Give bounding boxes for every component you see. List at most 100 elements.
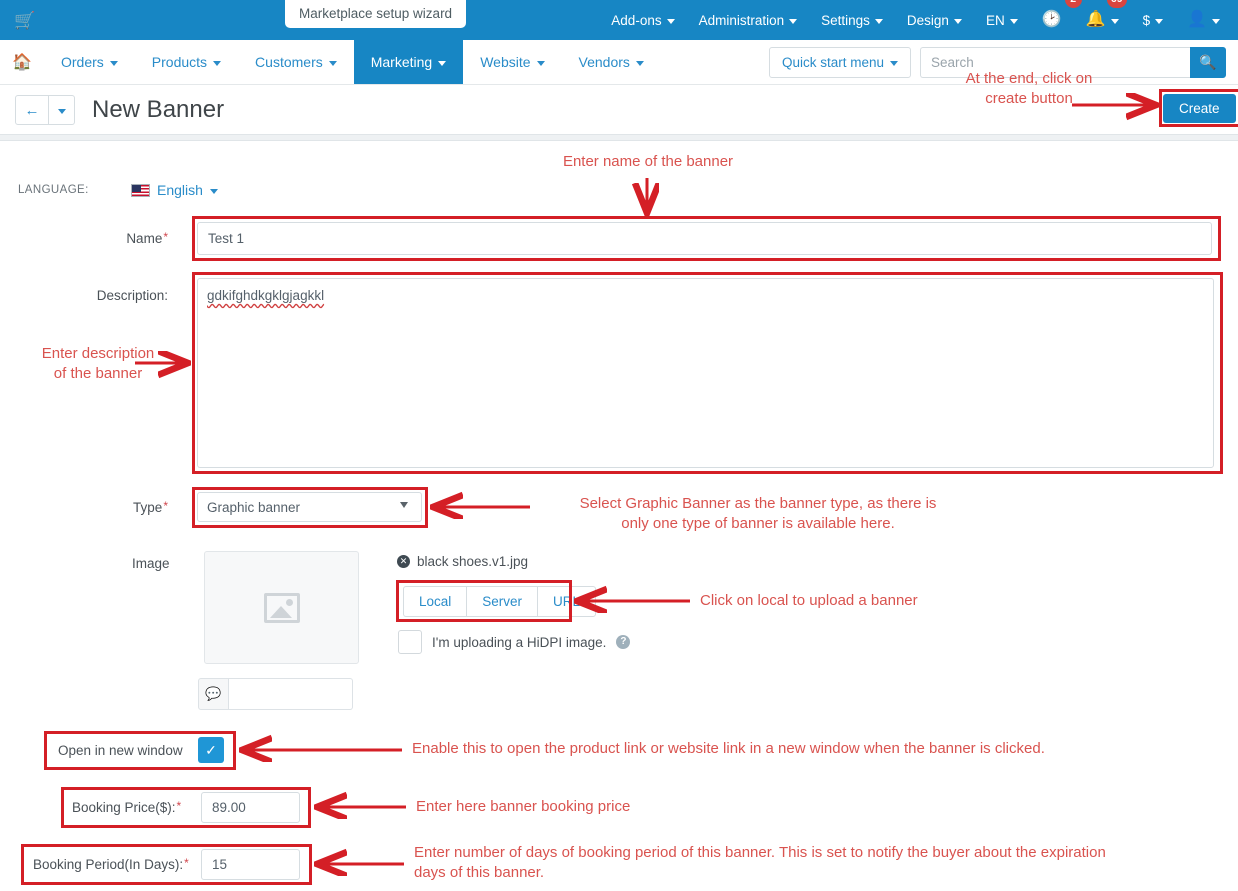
booking-period-input[interactable]	[201, 849, 300, 880]
description-label: Description:	[96, 288, 168, 303]
booking-price-label-text: Booking Price($):	[72, 800, 176, 815]
back-dropdown-button[interactable]	[49, 95, 75, 125]
help-icon[interactable]: ?	[616, 635, 631, 649]
required-marker: *	[163, 230, 168, 244]
chevron-down-icon	[789, 18, 798, 24]
top-menu-label: Administration	[698, 12, 785, 28]
image-label: Image	[132, 556, 170, 571]
image-source-url[interactable]: URL	[537, 586, 597, 617]
chevron-down-icon	[1212, 18, 1220, 24]
top-menu-label: Add-ons	[611, 12, 662, 28]
image-preview[interactable]	[204, 551, 359, 664]
type-label: Type*	[115, 499, 168, 515]
chevron-down-icon	[536, 60, 545, 66]
header-divider	[0, 134, 1238, 141]
language-selector[interactable]: English	[131, 182, 218, 198]
top-menu-item-design[interactable]: Design	[895, 0, 974, 40]
type-select-value: Graphic banner	[207, 499, 301, 515]
search-icon[interactable]: 🔍	[1190, 46, 1226, 78]
nav-item-products[interactable]: Products	[135, 40, 238, 84]
top-menu-item-language[interactable]: EN	[974, 0, 1030, 40]
marketplace-setup-wizard-pill[interactable]: Marketplace setup wizard	[285, 0, 467, 28]
image-source-tabs: Local Server URL	[403, 586, 597, 617]
notifications-button[interactable]: 🔔 69	[1074, 0, 1131, 40]
description-value-overlay: gdkifghdkgklgjagkkl	[207, 288, 325, 303]
back-arrow-icon[interactable]: ←	[15, 95, 49, 125]
chevron-down-icon	[328, 60, 337, 66]
top-menu-label: Design	[906, 12, 949, 28]
image-source-local[interactable]: Local	[403, 586, 467, 617]
annotation-create: At the end, click on create button	[965, 70, 1093, 108]
page-title: New Banner	[92, 96, 225, 123]
hidpi-checkbox[interactable]	[398, 630, 422, 654]
annotation-local: Click on local to upload a banner	[700, 592, 918, 609]
comment-icon: 💬	[198, 678, 229, 710]
user-icon: 👤	[1187, 11, 1207, 28]
nav-label: Vendors	[578, 54, 630, 70]
shopping-cart-icon[interactable]: 🛒	[12, 7, 38, 33]
image-source-server[interactable]: Server	[466, 586, 538, 617]
nav-item-website[interactable]: Website	[463, 40, 561, 84]
chevron-down-icon	[953, 18, 962, 24]
chevron-down-icon	[438, 60, 447, 66]
name-input[interactable]	[197, 222, 1212, 255]
required-marker: *	[184, 856, 189, 870]
nav-label: Products	[151, 54, 208, 70]
required-marker: *	[176, 799, 182, 813]
user-account-menu[interactable]: 👤	[1175, 0, 1232, 40]
chevron-down-icon	[1155, 18, 1164, 24]
nav-label: Marketing	[370, 54, 433, 70]
top-menu-label: Settings	[821, 12, 870, 28]
description-textarea[interactable]	[197, 278, 1214, 468]
annotation-type: Select Graphic Banner as the banner type…	[579, 495, 937, 533]
top-menu-label: EN	[985, 12, 1005, 28]
image-filename: black shoes.v1.jpg	[417, 554, 529, 569]
nav-item-vendors[interactable]: Vendors	[562, 40, 661, 84]
create-button[interactable]: Create	[1163, 94, 1236, 123]
currency-label: $	[1142, 12, 1151, 28]
open-new-window-checkbox[interactable]: ✓	[198, 737, 224, 763]
chevron-down-icon	[109, 60, 118, 66]
uploaded-file-row: ✕ black shoes.v1.jpg	[397, 554, 528, 569]
top-menu-item-administration[interactable]: Administration	[687, 0, 810, 40]
top-menu-item-addons[interactable]: Add-ons	[599, 0, 686, 40]
home-icon[interactable]: 🏠	[0, 40, 44, 84]
language-label: LANGUAGE:	[18, 184, 89, 196]
chevron-down-icon	[1110, 18, 1119, 24]
image-alt-text-group: 💬	[198, 678, 353, 710]
open-new-window-label: Open in new window	[58, 743, 183, 758]
type-select[interactable]: Graphic banner	[197, 492, 422, 522]
back-button-group: ←	[15, 95, 75, 125]
remove-file-icon[interactable]: ✕	[397, 555, 410, 568]
booking-price-input[interactable]	[201, 792, 300, 823]
bell-badge: 69	[1106, 0, 1127, 8]
quick-start-menu-label: Quick start menu	[781, 54, 884, 70]
chevron-down-icon	[213, 60, 222, 66]
chevron-down-icon	[890, 60, 898, 66]
annotation-description: Enter description of the banner	[41, 345, 155, 383]
chevron-down-icon	[1009, 18, 1018, 24]
annotation-price: Enter here banner booking price	[416, 798, 631, 815]
annotation-newwindow: Enable this to open the product link or …	[412, 740, 1045, 757]
required-marker: *	[163, 499, 168, 513]
nav-item-customers[interactable]: Customers	[238, 40, 354, 84]
nav-label: Website	[480, 54, 531, 70]
annotation-name: Enter name of the banner	[562, 153, 734, 170]
image-placeholder-icon	[263, 592, 300, 623]
clock-icon: 🕑	[1041, 11, 1062, 28]
nav-item-orders[interactable]: Orders	[44, 40, 135, 84]
image-alt-text-input[interactable]	[229, 678, 353, 710]
nav-item-marketing[interactable]: Marketing	[353, 40, 464, 84]
bell-icon: 🔔	[1085, 11, 1106, 28]
name-label-text: Name	[126, 231, 163, 246]
currency-selector[interactable]: $	[1131, 0, 1176, 40]
name-label: Name*	[92, 230, 168, 246]
booking-price-label: Booking Price($):*	[72, 799, 182, 815]
chevron-down-icon	[635, 60, 644, 66]
recent-activity-button[interactable]: 🕑 2	[1030, 0, 1082, 40]
chevron-down-icon	[874, 18, 883, 24]
quick-start-menu-button[interactable]: Quick start menu	[768, 46, 911, 78]
chevron-down-icon	[666, 18, 675, 24]
flag-us-icon	[131, 183, 150, 197]
top-menu-item-settings[interactable]: Settings	[809, 0, 895, 40]
